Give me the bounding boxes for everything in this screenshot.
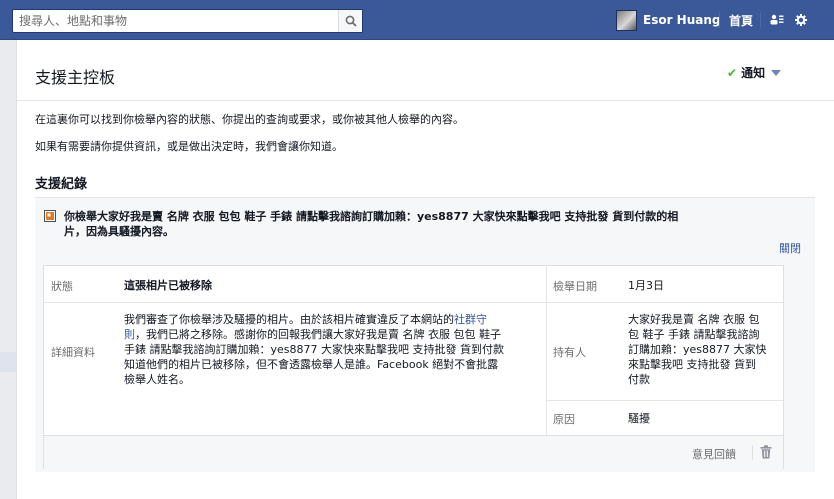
home-link[interactable]: 首頁 [729, 12, 753, 29]
owner-line: 包 鞋子 手錶 請點擊我諮詢 [628, 328, 760, 341]
search-box [12, 9, 363, 33]
support-dashboard-panel: 支援主控板 ✔ 通知 在這裏你可以找到你檢舉內容的狀態、你提出的查詢或要求，或你… [16, 40, 834, 499]
column-divider [546, 266, 547, 435]
owner-line: 來點擊我吧 支持批發 貨到 [628, 358, 756, 371]
user-name: Esor Huang [643, 13, 721, 27]
topbar-divider [760, 12, 761, 28]
left-sidebar-edge [0, 40, 16, 499]
status-value: 這張相片已被移除 [124, 279, 212, 292]
report-date-value: 1月3日 [628, 279, 664, 292]
row-divider [547, 400, 783, 401]
report-details-table: 狀態 這張相片已被移除 詳細資料 我們審查了你檢舉涉及騷擾的相片。由於該相片確實… [43, 265, 784, 469]
page-title: 支援主控板 [35, 68, 116, 87]
top-bar: Esor Huang 首頁 [0, 0, 834, 40]
details-line: 知道他們的相片已被移除，但不會透露檢舉人是誰。Facebook 絕對不會批露 [124, 358, 499, 371]
owner-label: 持有人 [553, 346, 586, 359]
details-text: 我們審查了你檢舉涉及騷擾的相片。由於該相片確實違反了本網站的社群守 則，我們已將… [124, 312, 544, 387]
footer-divider [752, 445, 753, 460]
row-divider [547, 302, 783, 303]
report-item: 你檢舉大家好我是賣 名牌 衣服 包包 鞋子 手錶 請點擊我諮詢訂購加賴：yes8… [35, 197, 815, 472]
trash-icon[interactable] [760, 445, 772, 459]
owner-value: 大家好我是賣 名牌 衣服 包 包 鞋子 手錶 請點擊我諮詢 訂購加賴：yes88… [628, 312, 778, 387]
friend-requests-icon[interactable] [770, 14, 784, 25]
community-standards-link[interactable]: 社群守 [454, 313, 487, 326]
divider [17, 100, 834, 101]
report-summary-line: 你檢舉大家好我是賣 名牌 衣服 包包 鞋子 手錶 請點擊我諮詢訂購加賴：yes8… [64, 210, 679, 223]
section-title: 支援紀錄 [35, 177, 88, 192]
intro-text: 如果有需要請你提供資訊，或是做出決定時，我們會讓你知道。 [35, 140, 343, 153]
notify-label: 通知 [741, 66, 766, 80]
status-label: 狀態 [51, 280, 73, 293]
topbar-divider [719, 12, 720, 28]
reason-value: 騷擾 [628, 412, 650, 425]
details-label: 詳細資料 [51, 346, 95, 359]
community-standards-link[interactable]: 則 [124, 328, 135, 341]
feedback-link[interactable]: 意見回饋 [692, 446, 736, 462]
report-footer: 意見回饋 [44, 435, 783, 469]
owner-line: 大家好我是賣 名牌 衣服 包 [628, 313, 760, 326]
notify-dropdown[interactable]: ✔ 通知 [727, 64, 782, 81]
report-date-label: 檢舉日期 [553, 280, 597, 293]
search-icon [345, 15, 357, 27]
check-icon: ✔ [727, 65, 738, 80]
intro-text: 在這裏你可以找到你檢舉內容的狀態、你提出的查詢或要求，或你被其他人檢舉的內容。 [35, 113, 464, 126]
details-line: ，我們已將之移除。感謝你的回報我們讓大家好我是賣 名牌 衣服 包包 鞋子 [135, 328, 501, 341]
search-input[interactable] [13, 10, 339, 32]
owner-line: 付款 [628, 373, 650, 386]
chevron-down-icon [771, 69, 782, 76]
reason-label: 原因 [553, 413, 575, 426]
sidebar-selected-marker [0, 352, 16, 372]
report-summary-line: 片，因為具騷擾內容。 [64, 225, 174, 238]
row-divider [44, 302, 546, 303]
details-line: 我們審查了你檢舉涉及騷擾的相片。由於該相片確實違反了本網站的 [124, 313, 454, 326]
owner-line: 訂購加賴：yes8877 大家快 [628, 343, 767, 356]
profile-link[interactable]: Esor Huang [616, 9, 721, 31]
report-summary: 你檢舉大家好我是賣 名牌 衣服 包包 鞋子 手錶 請點擊我諮詢訂購加賴：yes8… [64, 209, 804, 239]
details-line: 手錶 請點擊我諮詢訂購加賴：yes8877 大家快來點擊我吧 支持批發 貨到付款 [124, 343, 504, 356]
avatar [616, 9, 637, 31]
close-report-link[interactable]: 關閉 [779, 240, 801, 256]
search-button[interactable] [338, 10, 362, 32]
photo-report-icon [44, 210, 56, 222]
gear-icon[interactable] [795, 14, 807, 26]
details-line: 檢舉人姓名。 [124, 373, 190, 386]
